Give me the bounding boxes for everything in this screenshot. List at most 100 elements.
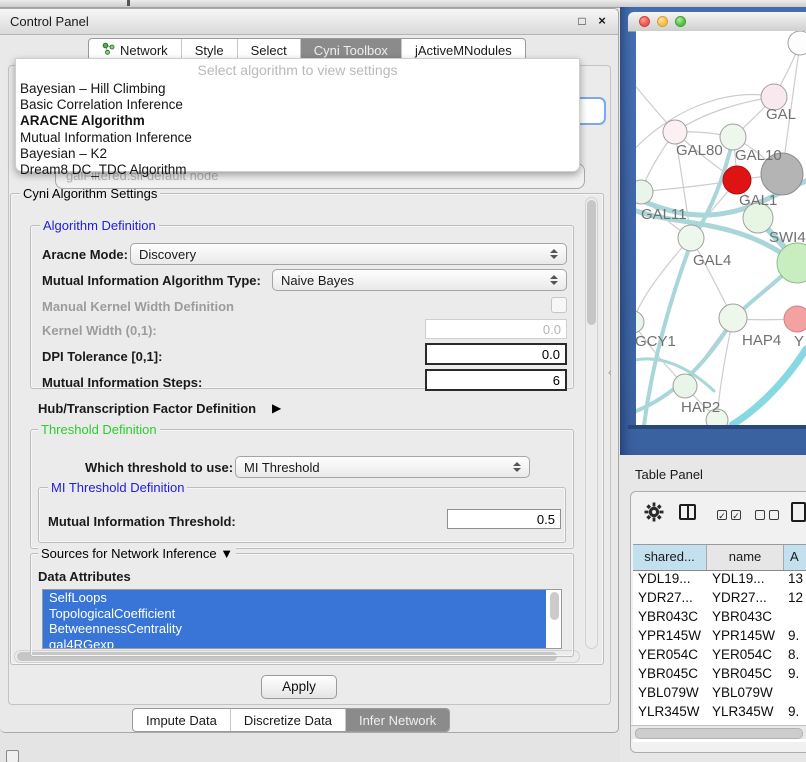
tab-network-label: Network [120,43,168,58]
network-canvas[interactable]: GAL80 GAL10 GAL1 GAL11 SWI4 GAL4 GCY1 HA… [636,31,806,425]
apply-button[interactable]: Apply [261,675,337,699]
list-item[interactable]: BetweennessCentrality [43,621,546,637]
network-window-shadow [628,425,806,429]
select-all-icon[interactable]: ✓ [731,510,741,520]
network-icon [102,42,115,58]
node-label: Y [794,333,804,350]
node-label: HAP4 [742,332,781,349]
columns-icon[interactable] [679,504,696,520]
hub-definition-label: Hub/Transcription Factor Definition [38,401,256,416]
combo-spinner-icon [544,249,558,259]
bottom-tabbar: Impute Data Discretize Data Infer Networ… [132,708,450,732]
table-row[interactable]: YDL19... YDL19... 13 [633,571,806,590]
node-gal4[interactable] [678,225,704,251]
aracne-mode-label: Aracne Mode: [42,247,128,262]
new-table-icon[interactable] [791,502,806,522]
control-panel-title: Control Panel [10,14,89,29]
network-graph: GAL80 GAL10 GAL1 GAL11 SWI4 GAL4 GCY1 HA… [636,31,806,425]
algorithm-option[interactable]: Dream8 DC_TDC Algorithm [16,162,579,178]
gear-icon[interactable] [644,502,664,527]
node-label: GAL10 [735,147,782,164]
node-label: GAL11 [641,206,687,223]
aracne-mode-combobox[interactable]: Discovery [130,243,567,265]
table-panel-title: Table Panel [635,467,703,482]
expand-right-icon[interactable]: ▶ [272,401,281,415]
tab-impute-data[interactable]: Impute Data [133,709,230,731]
table-row[interactable]: YBR045C YBR045C 9. [633,666,806,685]
mi-steps-field[interactable] [425,369,567,391]
list-scrollbar-thumb[interactable] [550,592,559,620]
column-header-name[interactable]: name [707,545,784,570]
toolbar-separator [127,0,130,6]
algorithm-dropdown-popup: Select algorithm to view settings Bayesi… [15,58,580,172]
which-threshold-combobox[interactable]: MI Threshold [235,456,530,478]
collapse-down-icon[interactable]: ▼ [220,546,233,561]
control-panel-titlebar: Control Panel □ × [0,9,618,35]
panel-dock-icon[interactable] [6,750,19,762]
mi-threshold-field[interactable] [447,509,561,529]
algorithm-placeholder: Select algorithm to view settings [16,62,579,81]
tab-discretize-data[interactable]: Discretize Data [230,709,345,731]
node-gal1-red[interactable] [723,166,751,194]
table-row[interactable]: YER054C YER054C 8. [633,647,806,666]
settings-vertical-scrollbar-thumb[interactable] [587,200,596,325]
deselect-all-icon[interactable] [769,510,779,520]
algorithm-option[interactable]: Mutual Information Inference [16,130,579,146]
mi-steps-label: Mutual Information Steps: [42,375,202,390]
algorithm-option[interactable]: Basic Correlation Inference [16,97,579,113]
table-panel: Table Panel [620,455,806,762]
algorithm-option[interactable]: Bayesian – K2 [16,146,579,162]
deselect-all-icon[interactable] [755,510,765,520]
node[interactable] [788,31,806,55]
table-panel-card: ✓ ✓ shared... name A YDL19... YDL19... 1… [630,491,806,753]
node-label: GAL1 [739,192,777,209]
table-row[interactable]: YDR27... YDR27... 12 [633,590,806,609]
kernel-width-field[interactable] [425,319,567,339]
data-attributes-label: Data Attributes [38,569,131,584]
table-horizontal-scrollbar-thumb[interactable] [635,728,803,739]
node-gcy1[interactable] [636,311,644,333]
mi-threshold-label: Mutual Information Threshold: [48,514,236,529]
column-header-clipped[interactable]: A [784,545,806,570]
node-label: SWI4 [769,229,806,246]
manual-kernel-checkbox[interactable] [551,297,567,313]
table-horizontal-scrollbar[interactable] [631,725,806,739]
mi-algorithm-type-label: Mutual Information Algorithm Type: [42,273,261,288]
mac-zoom-button[interactable] [675,16,686,27]
mac-minimize-button[interactable] [657,16,668,27]
list-item[interactable]: TopologicalCoefficient [43,606,546,622]
mi-threshold-group-title: MI Threshold Definition [48,480,187,495]
node-gal11[interactable] [636,180,653,204]
which-threshold-label: Which threshold to use: [85,460,233,475]
settings-vertical-scrollbar[interactable] [585,197,598,649]
list-item[interactable]: gal4RGexp [43,637,546,650]
list-item[interactable]: SelfLoops [43,590,546,606]
select-all-icon[interactable]: ✓ [717,510,727,520]
node-hap2[interactable] [673,374,697,398]
table-row[interactable]: YPR145W YPR145W 9. [633,628,806,647]
algorithm-option-selected[interactable]: ARACNE Algorithm [16,113,579,129]
panel-resize-hint[interactable]: ‹ [608,367,612,379]
node-salmon[interactable] [784,306,806,332]
mi-algorithm-type-combobox[interactable]: Naive Bayes [272,269,567,291]
tab-infer-network[interactable]: Infer Network [345,709,449,731]
mac-close-button[interactable] [639,16,650,27]
combo-spinner-icon [544,275,558,285]
node-label: GCY1 [636,333,676,350]
table-row[interactable]: YLR345W YLR345W 9. [633,704,806,723]
screen: Control Panel □ × Network Styl [0,0,806,762]
close-icon[interactable]: × [594,13,610,29]
node-hap4[interactable] [719,304,747,332]
algorithm-option[interactable]: Bayesian – Hill Climbing [16,81,579,97]
node-gal80[interactable] [663,120,687,144]
table-header-row: shared... name A [633,544,806,571]
kernel-width-label: Kernel Width (0,1): [42,323,157,338]
node-label: GAL80 [676,142,723,159]
float-window-icon[interactable]: □ [574,13,590,29]
network-window-titlebar[interactable] [628,12,806,32]
dpi-tolerance-field[interactable] [425,343,567,365]
table-row[interactable]: YBL079W YBL079W [633,685,806,704]
manual-kernel-label: Manual Kernel Width Definition [42,299,234,314]
table-row[interactable]: YBR043C YBR043C [633,609,806,628]
column-header-shared-name[interactable]: shared... [633,545,707,570]
